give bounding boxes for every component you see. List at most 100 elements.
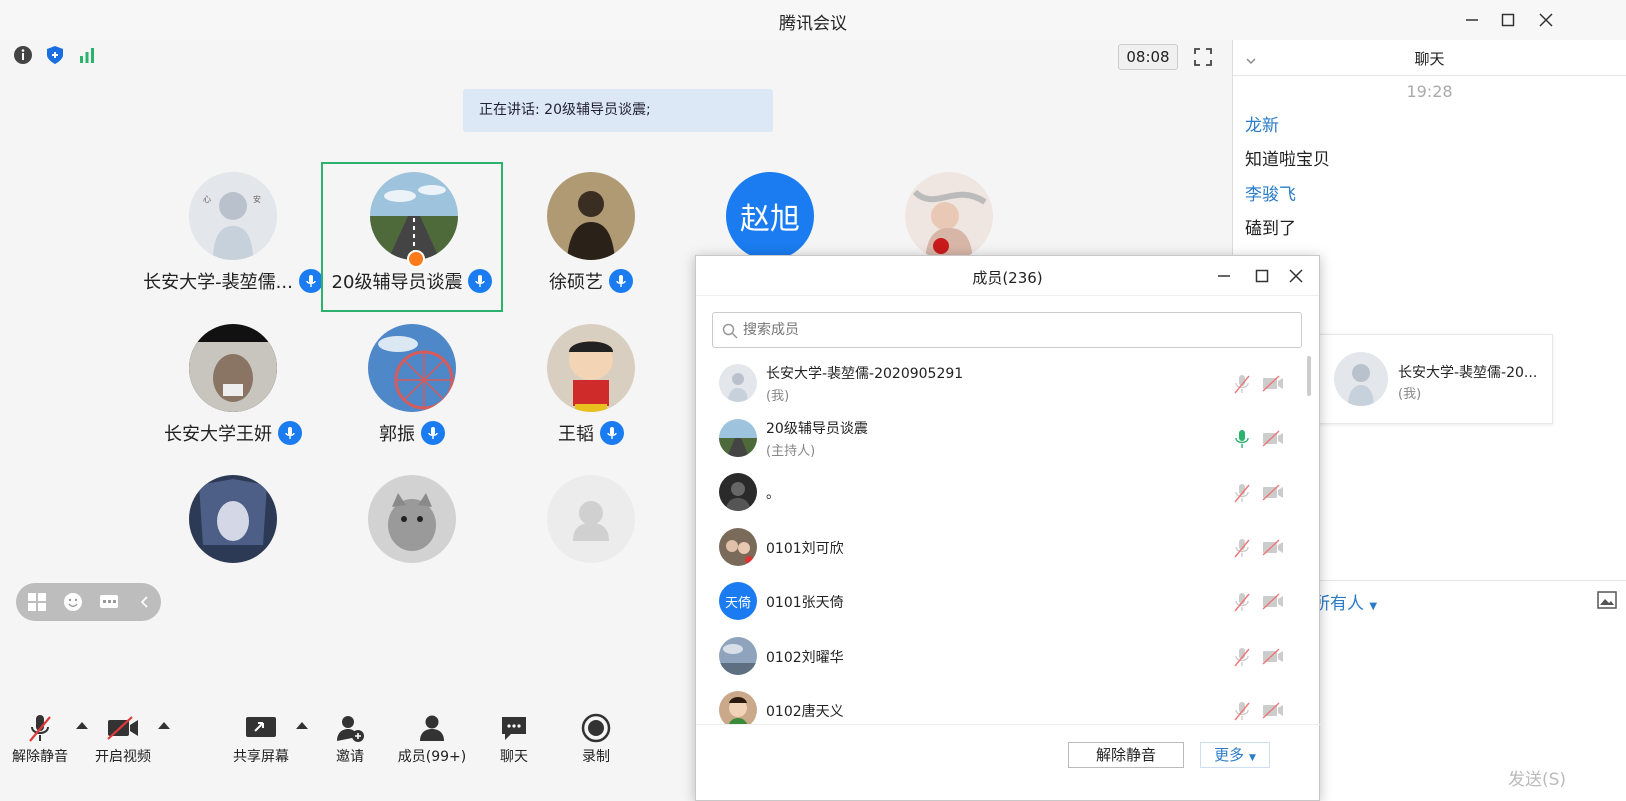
mic-muted-icon[interactable] [1233,592,1251,612]
collapse-chevron-icon[interactable] [134,591,156,613]
maximize-icon [1255,269,1269,283]
share-screen-button[interactable]: 共享屏幕 [221,710,301,766]
chat-timestamp: 19:28 [1406,82,1453,101]
chat-icon [502,717,526,740]
participant-name: 长安大学-裴堃儒... [142,268,324,294]
camera-off-icon[interactable] [1262,429,1284,447]
member-row[interactable]: 20级辅导员谈震 (主持人) [696,411,1306,466]
chat-sender[interactable]: 龙新 [1245,111,1626,136]
minimize-button[interactable] [1452,6,1492,34]
invite-button[interactable]: 邀请 [310,710,390,766]
avatar [368,324,456,412]
chat-button[interactable]: 聊天 [474,710,554,766]
layout-icon[interactable] [26,591,48,613]
member-search [712,312,1302,348]
participant-name: 20级辅导员谈震 [323,268,501,294]
member-name: 0102唐天义 [766,704,844,720]
avatar [370,172,458,260]
maximize-button[interactable] [1488,6,1528,34]
member-row[interactable]: 0101刘可欣 [696,520,1306,575]
self-preview-card[interactable]: 长安大学-裴堃儒-20... (我) [1313,334,1553,424]
dialog-close-button[interactable] [1282,262,1310,290]
mic-muted-icon[interactable] [1233,701,1251,721]
more-button[interactable]: 更多 ▼ [1200,742,1270,768]
info-icon[interactable] [12,44,34,66]
participant-tile[interactable] [142,467,324,617]
participant-name: 徐硕艺 [500,268,682,294]
camera-off-icon[interactable] [1262,647,1284,665]
participant-name: 王韬 [500,420,682,446]
chat-message: 李骏飞 磕到了 [1233,180,1626,239]
mic-active-icon[interactable] [1233,429,1251,449]
meeting-toolbar: 解除静音 开启视频 共享屏幕 邀请 成员(99+) 聊天 录制 [0,700,700,801]
signal-icon[interactable] [76,44,98,66]
participant-tile-active-speaker[interactable]: 20级辅导员谈震 [321,162,503,312]
share-options-caret-icon[interactable] [296,722,308,729]
self-role: (我) [1398,387,1422,402]
mic-icon [468,269,493,293]
member-name: 长安大学-裴堃儒-2020905291 [766,366,964,382]
unmute-button[interactable]: 解除静音 [0,710,80,766]
chat-text: 磕到了 [1245,219,1296,239]
avatar [719,691,757,724]
unmute-all-button[interactable]: 解除静音 [1068,742,1184,768]
member-row[interactable]: 0102刘曜华 [696,629,1306,684]
participant-tile[interactable]: 长安大学王妍 [142,316,324,466]
avatar [189,324,277,412]
participant-tile[interactable] [500,467,682,617]
avatar [719,527,757,566]
member-name: 0101张天倚 [766,595,844,611]
participant-tile[interactable]: 郭振 [321,316,503,466]
participant-tile[interactable]: 心安 长安大学-裴堃儒... [142,164,324,314]
participant-tile[interactable]: 王韬 [500,316,682,466]
mic-muted-icon[interactable] [1233,538,1251,558]
barrage-icon[interactable] [98,591,120,613]
scrollbar-thumb[interactable] [1307,356,1311,396]
avatar: 天倚 [719,582,757,620]
members-button[interactable]: 成员(99+) [392,710,472,766]
participant-tile[interactable] [321,467,503,617]
minimize-icon [1466,19,1478,21]
camera-off-icon[interactable] [1262,483,1284,501]
chat-recipient-select[interactable]: 所有人 ▼ [1313,589,1377,614]
close-button[interactable] [1526,6,1566,34]
member-row[interactable]: 长安大学-裴堃儒-2020905291 (我) [696,356,1306,411]
member-list: 长安大学-裴堃儒-2020905291 (我) 20级辅导员谈震 (主持人) 。… [696,356,1306,724]
record-button[interactable]: 录制 [556,710,636,766]
camera-off-icon[interactable] [1262,592,1284,610]
start-video-button[interactable]: 开启视频 [83,710,163,766]
default-user-avatar-icon [547,475,635,563]
dialog-minimize-button[interactable] [1210,262,1238,290]
participant-tile[interactable]: 徐硕艺 [500,164,682,314]
image-icon[interactable] [1597,591,1617,613]
mic-muted-icon[interactable] [1233,483,1251,503]
avatar [905,172,993,260]
member-row[interactable]: 天倚 0101张天倚 [696,574,1306,629]
chat-sender[interactable]: 李骏飞 [1245,180,1626,205]
search-input[interactable] [713,313,1301,347]
camera-off-icon[interactable] [1262,701,1284,719]
avatar [547,172,635,260]
svg-text:心: 心 [203,195,211,204]
close-icon [1289,269,1303,283]
mic-muted-icon[interactable] [1233,374,1251,394]
member-list-scrollbar[interactable] [1306,356,1312,724]
avatar [719,418,757,457]
member-row[interactable]: 。 [696,465,1306,520]
mic-muted-icon[interactable] [1233,647,1251,667]
mic-icon [609,269,633,293]
member-row[interactable]: 0102唐天义 [696,683,1306,724]
camera-off-icon[interactable] [1262,538,1284,556]
fullscreen-button[interactable] [1190,44,1216,70]
dialog-maximize-button[interactable] [1248,262,1276,290]
camera-off-icon[interactable] [1262,374,1284,392]
participant-name: 郭振 [321,420,503,446]
reaction-bar [16,583,161,621]
send-button[interactable]: 发送(S) [1508,765,1566,790]
close-icon [1539,13,1553,27]
avatar: 赵旭 [726,172,814,260]
emoji-icon[interactable] [62,591,84,613]
security-shield-icon[interactable] [44,44,66,66]
video-options-caret-icon[interactable] [158,722,170,729]
self-name: 长安大学-裴堃儒-20... [1398,365,1538,381]
